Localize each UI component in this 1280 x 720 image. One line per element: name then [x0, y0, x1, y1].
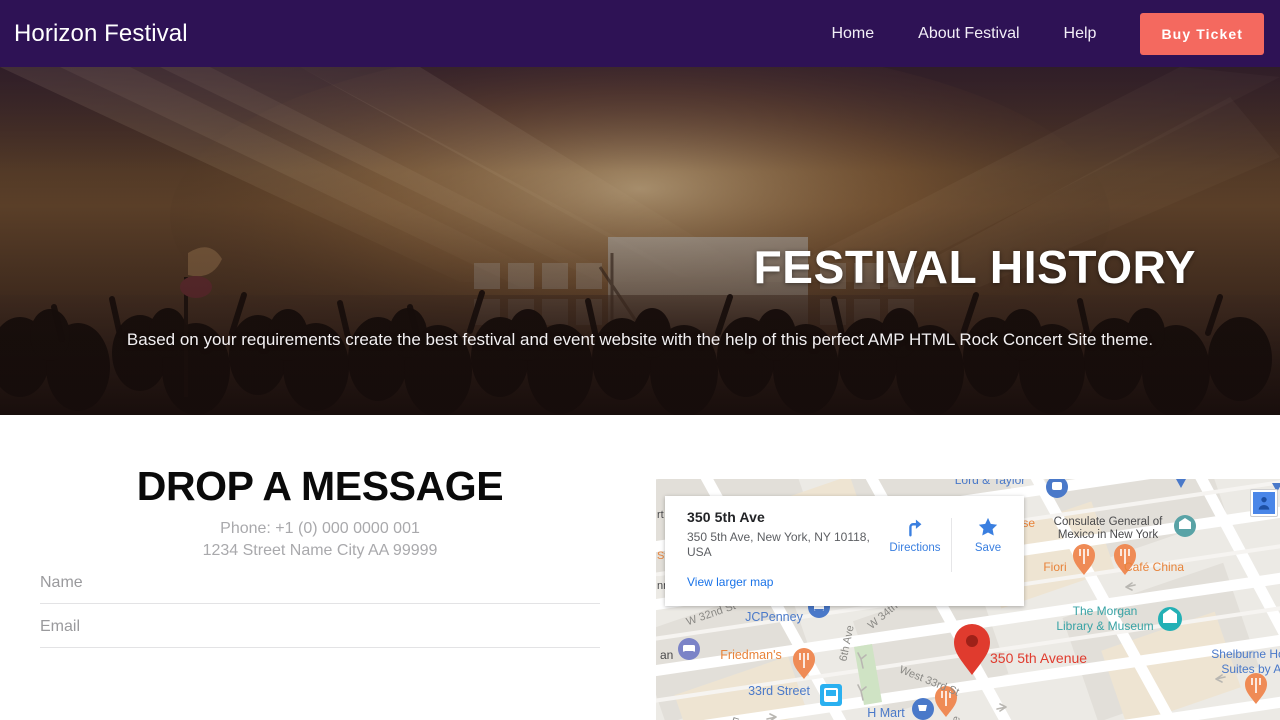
- hero-subtitle: Based on your requirements create the be…: [126, 330, 1154, 349]
- name-field-wrapper: [40, 560, 600, 604]
- main-navigation: Home About Festival Help Buy Ticket: [809, 12, 1264, 55]
- brand-logo[interactable]: Horizon Festival: [14, 20, 188, 48]
- directions-icon: [879, 516, 951, 542]
- map-card-text: 350 5th Ave 350 5th Ave, New York, NY 10…: [665, 496, 879, 606]
- poi-pin-hmart: [912, 698, 934, 720]
- directions-button[interactable]: Directions: [879, 516, 951, 554]
- name-input[interactable]: [40, 574, 600, 592]
- map-label: Shelburne Ho: [1211, 647, 1280, 661]
- page-title: DROP A MESSAGE: [136, 463, 504, 509]
- map-info-card: 350 5th Ave 350 5th Ave, New York, NY 10…: [665, 496, 1024, 606]
- map-label: Consulate General of: [1054, 516, 1163, 528]
- site-header: Horizon Festival Home About Festival Hel…: [0, 0, 1280, 67]
- map-label: 33rd Street: [748, 684, 810, 698]
- nav-item-help[interactable]: Help: [1042, 25, 1119, 43]
- map-card-title: 350 5th Ave: [687, 509, 765, 525]
- map-label: Friedman's: [720, 648, 781, 662]
- email-field-wrapper: [40, 604, 600, 648]
- buy-ticket-button[interactable]: Buy Ticket: [1140, 12, 1264, 55]
- map-label: Library & Museum: [1056, 619, 1153, 633]
- save-label: Save: [974, 542, 1002, 554]
- map-label: Café China: [1124, 560, 1184, 574]
- map-label: Lord & Taylor: [955, 479, 1025, 487]
- hero-title: FESTIVAL HISTORY: [753, 241, 1196, 293]
- contact-form-column: DROP A MESSAGE Phone: +1 (0) 000 0000 00…: [20, 415, 620, 648]
- poi-pin-consulate: [1174, 515, 1196, 537]
- map-label: The Morgan: [1073, 604, 1138, 618]
- nav-item-about-festival[interactable]: About Festival: [896, 25, 1041, 43]
- view-larger-map-link[interactable]: View larger map: [687, 575, 773, 589]
- street-view-pegman-button[interactable]: [1250, 489, 1278, 517]
- pegman-icon: [1253, 492, 1275, 514]
- google-map[interactable]: 350 5th Avenue W 32nd St 6th Ave W 34th St…: [656, 479, 1280, 720]
- poi-pin-hotel: [678, 638, 700, 660]
- map-card-address: 350 5th Ave, New York, NY 10118, USA: [687, 530, 870, 559]
- map-label: an: [660, 648, 673, 662]
- contact-phone: Phone: +1 (0) 000 0000 001: [220, 520, 420, 537]
- contact-section: DROP A MESSAGE Phone: +1 (0) 000 0000 00…: [0, 415, 1280, 720]
- contact-address: 1234 Street Name City AA 99999: [202, 542, 438, 559]
- nav-item-home[interactable]: Home: [809, 25, 896, 43]
- hero-section: FESTIVAL HISTORY Based on your requireme…: [0, 67, 1280, 415]
- map-card-actions: Directions Save: [879, 496, 1024, 606]
- save-button[interactable]: Save: [952, 516, 1024, 554]
- map-label: rt: [657, 509, 664, 521]
- map-label: Suites by Af: [1221, 662, 1280, 676]
- map-label: H Mart: [867, 706, 905, 720]
- poi-pin-subway-33rd: [820, 684, 842, 706]
- map-label: Fiori: [1043, 560, 1066, 574]
- email-input[interactable]: [40, 618, 600, 636]
- directions-label: Directions: [889, 542, 941, 554]
- star-icon: [952, 516, 1024, 542]
- poi-pin-morgan-library: [1158, 607, 1182, 631]
- map-label: Mexico in New York: [1058, 529, 1159, 541]
- map-label: JCPenney: [745, 610, 803, 624]
- destination-marker-label: 350 5th Avenue: [990, 650, 1087, 666]
